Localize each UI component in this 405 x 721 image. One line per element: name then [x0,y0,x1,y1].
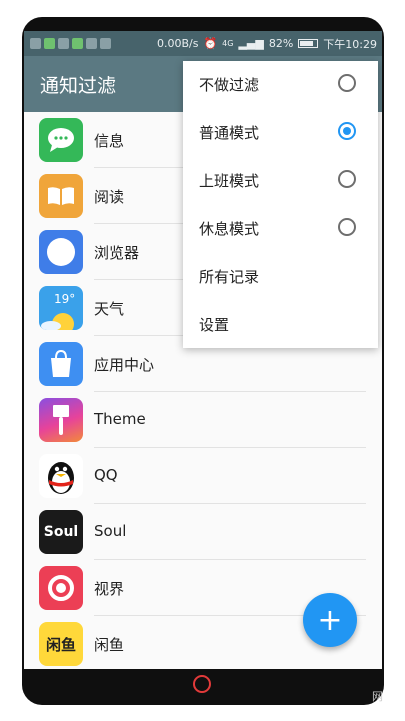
menu-item[interactable]: 设置 [183,300,378,348]
list-item-label: QQ [94,466,118,484]
menu-item-label: 上班模式 [199,172,260,190]
menu-item[interactable]: 普通模式 [183,108,378,156]
battery-icon [298,39,319,48]
notification-icon [100,38,111,49]
soul-logo-icon: Soul [39,510,83,554]
list-item-label: 天气 [94,300,125,318]
status-bar: 0.00B/s ⏰ 4G ▂▄▆ 82% 下午10:29 [24,31,382,56]
list-item-label: 信息 [94,132,125,150]
list-item-label: 闲鱼 [94,636,125,654]
shopping-bag-icon [39,342,83,386]
list-item-label: 应用中心 [94,356,155,374]
eye-ring-icon [39,566,83,610]
menu-item-label: 休息模式 [199,220,260,238]
menu-item[interactable]: 上班模式 [183,156,378,204]
xianyu-logo-text: 闲鱼 [45,635,76,654]
menu-item-label: 普通模式 [199,124,260,142]
menu-item-label: 设置 [199,316,230,334]
list-item-label: Theme [94,410,146,428]
list-item-label: Soul [94,522,127,540]
penguin-icon [39,454,83,498]
notification-icon [86,38,97,49]
overflow-menu: 不做过滤普通模式上班模式休息模式所有记录设置 [183,61,378,348]
list-item[interactable]: Soul Soul [24,504,382,560]
soul-logo-text: Soul [43,524,79,540]
clock: 下午10:29 [323,37,377,51]
paint-brush-icon [39,398,83,442]
list-item[interactable]: QQ [24,448,382,504]
book-icon [39,174,83,218]
home-button-icon[interactable] [193,675,211,693]
compass-icon [39,230,83,274]
add-button[interactable]: + [303,593,357,647]
menu-item[interactable]: 不做过滤 [183,60,378,108]
notification-icon [30,38,41,49]
list-item-label: 浏览器 [94,244,140,262]
menu-item-label: 不做过滤 [199,76,260,94]
sun-icon: 19° [39,286,83,330]
xianyu-logo-icon: 闲鱼 [39,622,83,666]
page-title: 通知过滤 [40,75,117,97]
wechat-notification-icon [44,38,55,49]
list-item-label: 视界 [94,580,125,598]
list-item[interactable]: Theme [24,392,382,448]
notification-icon [58,38,69,49]
battery-fill [300,41,314,46]
weather-temp: 19° [54,292,75,306]
screen: 0.00B/s ⏰ 4G ▂▄▆ 82% 下午10:29 通知过滤 信息阅读浏览… [24,31,382,669]
network-speed: 0.00B/s [156,37,199,50]
radio-button[interactable] [338,74,356,92]
watermark: 网 [372,690,383,703]
message-bubble-icon [39,118,83,162]
menu-item-label: 所有记录 [199,268,260,286]
battery-percent: 82% [268,37,294,50]
plus-icon: + [317,602,343,638]
download-notification-icon [72,38,83,49]
radio-button[interactable] [338,170,356,188]
menu-item[interactable]: 休息模式 [183,204,378,252]
signal-icon: ▂▄▆ [238,37,264,50]
radio-button[interactable] [338,218,356,236]
list-item-label: 阅读 [94,188,125,206]
radio-button[interactable] [338,122,356,140]
notification-icons [30,38,111,49]
network-type: 4G [222,39,234,48]
alarm-icon: ⏰ [203,37,218,50]
menu-item[interactable]: 所有记录 [183,252,378,300]
